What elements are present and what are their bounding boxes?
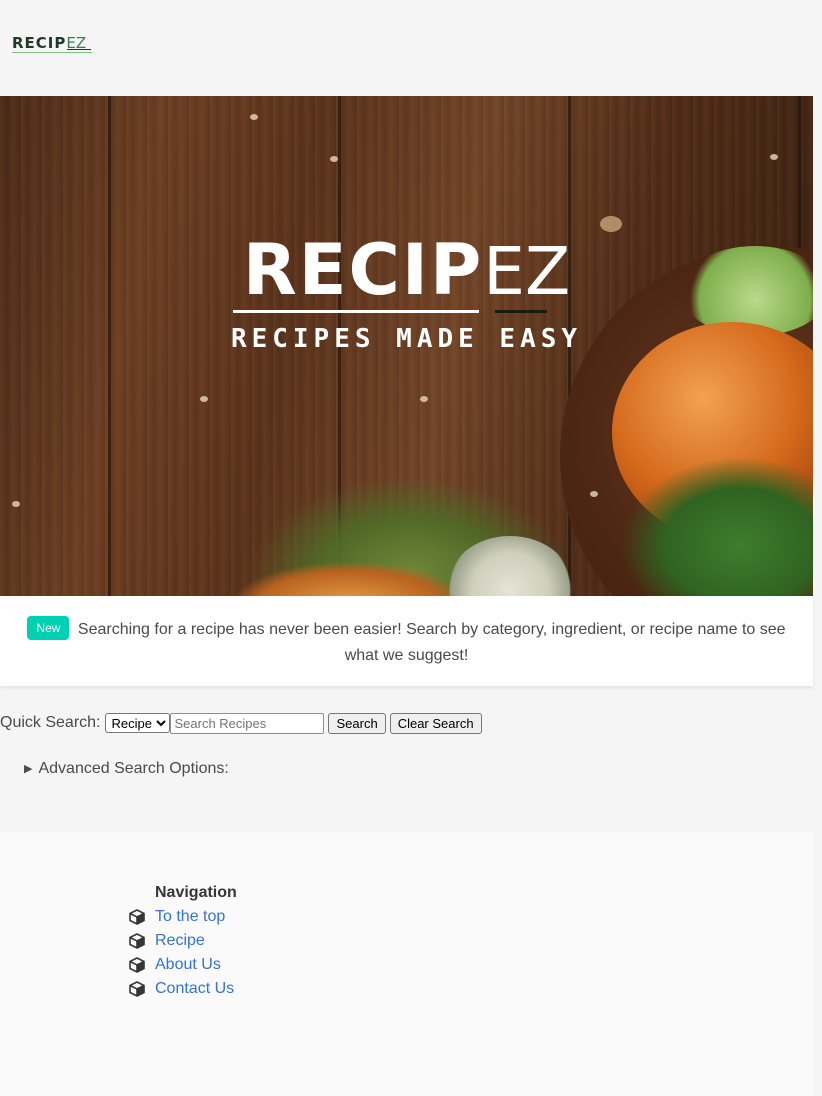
top-bar: RECIPEZ [0, 0, 813, 96]
footer-nav-list: To the top Recipe About Us Contact Us [129, 905, 234, 1001]
search-input[interactable] [170, 712, 325, 734]
cube-icon [129, 981, 155, 997]
hero-title: RECIPEZ [232, 229, 571, 313]
advanced-search-label: Advanced Search Options: [38, 760, 229, 777]
cube-icon [129, 909, 155, 925]
search-button[interactable]: Search [328, 712, 386, 734]
cube-icon [129, 933, 155, 949]
clear-search-button[interactable]: Clear Search [389, 712, 482, 734]
hero-subtitle: RECIPES MADE EASY [230, 324, 583, 354]
notice-text: Searching for a recipe has never been ea… [77, 621, 786, 664]
footer: Navigation To the top Recipe About Us Co… [0, 832, 813, 1096]
search-type-select[interactable]: Recipe [105, 713, 171, 733]
footer-link-about[interactable]: About Us [155, 956, 221, 974]
hero-title-ez: EZ [483, 233, 571, 310]
footer-link-recipe[interactable]: Recipe [155, 932, 205, 950]
footer-nav-item-about: About Us [129, 953, 234, 977]
hero-logo: RECIPEZ RECIPES MADE EASY [0, 232, 813, 354]
footer-nav-item-recipe: Recipe [129, 929, 234, 953]
cube-icon [129, 957, 155, 973]
footer-link-contact[interactable]: Contact Us [155, 980, 234, 998]
footer-link-top[interactable]: To the top [155, 908, 225, 926]
footer-nav-item-contact: Contact Us [129, 977, 234, 1001]
new-tag: New [27, 616, 70, 640]
quick-search-label: Quick Search: [0, 714, 101, 731]
hero-banner: RECIPEZ RECIPES MADE EASY [0, 96, 813, 596]
quick-search-bar: Quick Search: Recipe Search Clear Search [0, 711, 482, 735]
hero-title-main: RECIP [242, 229, 484, 311]
notice-banner: New Searching for a recipe has never bee… [0, 596, 813, 686]
disclosure-triangle-icon: ▶ [24, 763, 33, 775]
site-logo[interactable]: RECIPEZ [12, 34, 92, 53]
footer-nav-item-top: To the top [129, 905, 234, 929]
logo-main-text: RECIP [12, 34, 67, 52]
footer-nav-title: Navigation [155, 884, 237, 901]
advanced-search-toggle[interactable]: ▶ Advanced Search Options: [24, 760, 229, 778]
